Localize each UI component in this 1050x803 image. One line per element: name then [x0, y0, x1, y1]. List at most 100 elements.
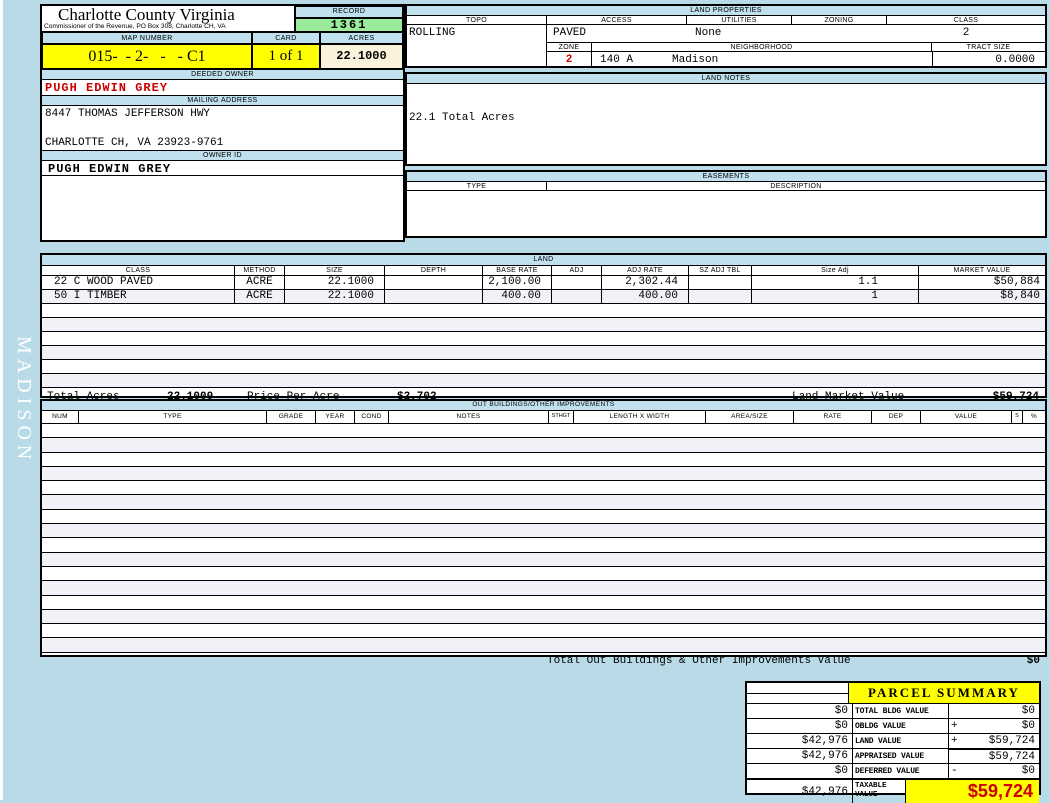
col-cond: COND	[355, 411, 389, 423]
col-area-size: AREA/SIZE	[706, 411, 794, 423]
deeded-owner-label: DEEDED OWNER	[42, 69, 403, 80]
utilities-value: None	[695, 27, 722, 39]
cell-depth	[385, 276, 483, 289]
parcel-summary-blank-cell	[747, 683, 849, 703]
col-s: S	[1012, 411, 1023, 423]
map-number-label: MAP NUMBER	[42, 32, 252, 44]
cell-size: 22.1000	[285, 276, 385, 289]
utilities-label: UTILITIES	[687, 16, 792, 25]
empty-row	[42, 609, 1045, 625]
land-row: 50 I TIMBER ACRE 22.1000 400.00 400.00 1…	[42, 290, 1045, 304]
col-dep: DEP	[872, 411, 921, 423]
card-label: CARD	[252, 32, 320, 44]
cell-sz-adj-tbl	[689, 290, 752, 303]
cell-depth	[385, 290, 483, 303]
empty-row	[42, 595, 1045, 610]
district-watermark: MADISON	[13, 336, 35, 465]
county-subtitle: Commissioner of the Revenue, PO Box 308,…	[44, 23, 226, 30]
easement-type-label: TYPE	[407, 182, 547, 191]
op-land: +	[951, 735, 958, 747]
value-land: $59,724	[988, 735, 1035, 747]
summary-row-appraised: $42,976 APPRAISED VALUE $59,724	[747, 748, 1039, 764]
out-buildings-table: OUT BUILDINGS/OTHER IMPROVEMENTS NUM TYP…	[40, 399, 1047, 667]
cell-base-rate: 400.00	[483, 290, 552, 303]
value-deferred: $0	[1021, 765, 1035, 777]
cell-base-rate: 2,100.00	[483, 276, 552, 289]
mailing-address-label: MAILING ADDRESS	[42, 95, 403, 106]
empty-row	[42, 624, 1045, 639]
deeded-owner-value: PUGH EDWIN GREY	[45, 81, 169, 95]
acres-value: 22.1000	[320, 44, 403, 69]
land-row: 22 C WOOD PAVED ACRE 22.1000 2,100.00 2,…	[42, 276, 1045, 290]
tract-size-value: 0.0000	[932, 52, 1045, 67]
col-value: VALUE	[921, 411, 1012, 423]
prev-deferred-value: $0	[747, 764, 853, 778]
empty-row	[42, 374, 1045, 388]
topo-label: TOPO	[407, 16, 547, 25]
easement-description-label: DESCRIPTION	[547, 182, 1045, 191]
easements-title: EASEMENTS	[407, 172, 1045, 182]
out-buildings-header: NUM TYPE GRADE YEAR COND NOTES STHGT LEN…	[42, 411, 1045, 424]
owner-panel: Charlotte County Virginia Commissioner o…	[40, 4, 405, 242]
empty-row	[42, 638, 1045, 653]
empty-row	[42, 424, 1045, 439]
empty-row	[42, 495, 1045, 510]
cell-method: ACRE	[235, 290, 285, 303]
zone-value: 2	[547, 52, 592, 67]
col-class: CLASS	[42, 266, 235, 275]
land-notes-text: 22.1 Total Acres	[409, 112, 515, 124]
record-value: 1361	[295, 18, 403, 32]
county-title-box: Charlotte County Virginia Commissioner o…	[42, 6, 295, 32]
col-type: TYPE	[79, 411, 267, 423]
empty-row	[42, 581, 1045, 596]
class-value: 2	[962, 27, 970, 39]
cell-size-adj: 1	[752, 290, 919, 303]
out-buildings-total-row: Total Out Buildings & Other Improvements…	[42, 653, 1045, 671]
label-total-bldg-value: TOTAL BLDG VALUE	[853, 704, 949, 718]
out-buildings-total-value: $0	[1026, 654, 1040, 667]
col-rate: RATE	[794, 411, 872, 423]
col-num: NUM	[42, 411, 79, 423]
out-buildings-title: OUT BUILDINGS/OTHER IMPROVEMENTS	[42, 401, 1045, 411]
access-value: PAVED	[553, 27, 587, 39]
prev-obldg-value: $0	[747, 719, 853, 733]
col-sthgt: STHGT	[549, 411, 574, 423]
summary-row-deferred: $0 DEFERRED VALUE - $0	[747, 764, 1039, 779]
cell-adj	[552, 290, 602, 303]
empty-row	[42, 452, 1045, 467]
label-deferred-value: DEFERRED VALUE	[853, 764, 949, 778]
col-size: SIZE	[285, 266, 385, 275]
col-depth: DEPTH	[385, 266, 483, 275]
neighborhood-value: Madison	[672, 54, 719, 66]
land-notes-title: LAND NOTES	[407, 74, 1045, 84]
op-deferred: -	[951, 765, 958, 777]
empty-row	[42, 438, 1045, 453]
col-market-value: MARKET VALUE	[953, 267, 1011, 274]
window-left-edge	[0, 0, 3, 800]
col-sz-adj-tbl: SZ ADJ TBL	[689, 266, 752, 275]
county-title: Charlotte County Virginia	[58, 5, 235, 24]
label-obldg-value: OBLDG VALUE	[853, 719, 949, 733]
col-grade: GRADE	[267, 411, 316, 423]
empty-row	[42, 538, 1045, 553]
col-pct-comp: % COMP	[1030, 413, 1038, 420]
zone-neighborhood-row: ZONE NEIGHBORHOOD TRACT SIZE 2 140 A Mad…	[547, 42, 1045, 67]
zoning-value	[792, 25, 887, 41]
neighborhood-code: 140 A	[600, 54, 634, 66]
cell-size: 22.1000	[285, 290, 385, 303]
prev-appraised-value: $42,976	[747, 749, 853, 763]
owner-id-value: PUGH EDWIN GREY	[42, 162, 403, 176]
cell-adj	[552, 276, 602, 289]
label-land-value: LAND VALUE	[853, 734, 949, 748]
summary-row-taxable: $42,976 TAXABLE VALUE $59,724	[747, 779, 1039, 803]
col-notes: NOTES	[389, 411, 549, 423]
mailing-address-line2: CHARLOTTE CH, VA 23923-9761	[45, 137, 224, 149]
col-adj: ADJ	[552, 266, 602, 275]
parcel-summary: PARCEL SUMMARY $0 TOTAL BLDG VALUE $0 $0…	[745, 681, 1041, 803]
col-adj-rate: ADJ RATE	[602, 266, 689, 275]
value-appraised: $59,724	[988, 750, 1035, 763]
empty-row	[42, 360, 1045, 374]
zoning-label: ZONING	[792, 16, 887, 25]
value-obldg: $0	[1021, 720, 1035, 732]
cell-class: 22 C WOOD PAVED	[42, 276, 235, 289]
